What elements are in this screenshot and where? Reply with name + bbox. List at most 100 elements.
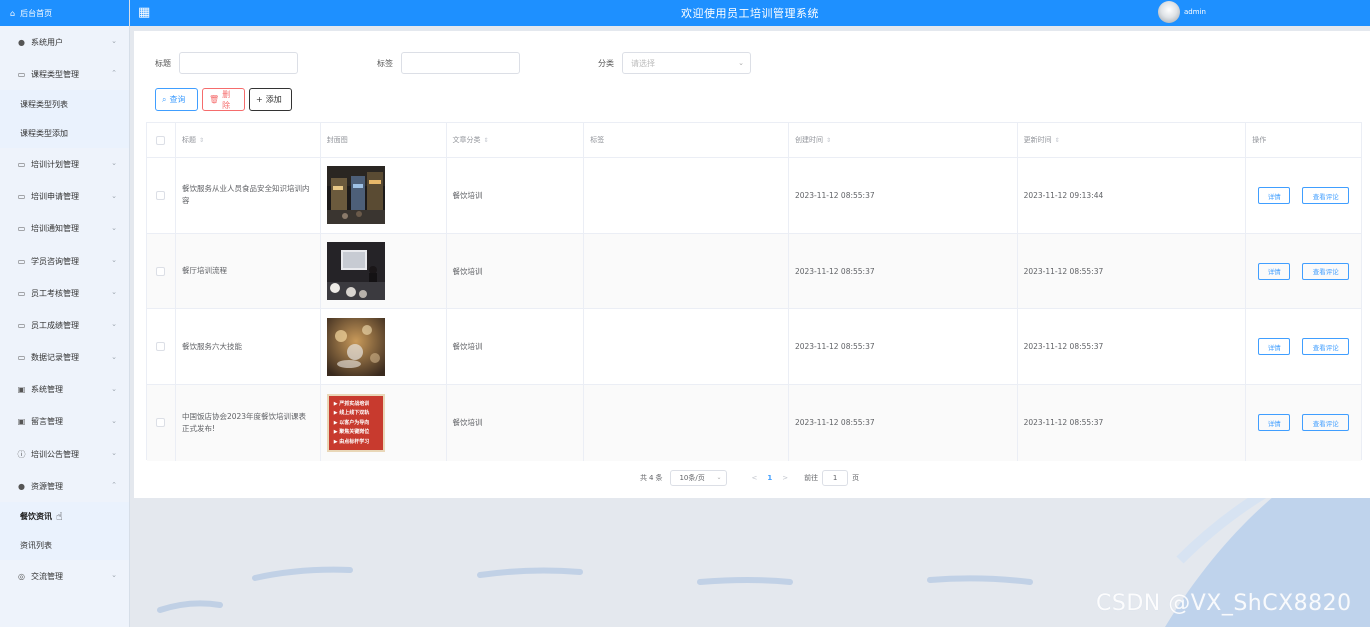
- sidebar-item-announcements[interactable]: ⓘ 培训公告管理 ⌄: [0, 438, 129, 470]
- home-label: 后台首页: [20, 8, 53, 18]
- page-number-current[interactable]: 1: [767, 474, 772, 482]
- sidebar-item-resources[interactable]: ● 资源管理 ⌃: [0, 470, 129, 502]
- sidebar-item-training-plan[interactable]: ▭ 培训计划管理 ⌄: [0, 148, 129, 180]
- banner-line: ▶ 由点标杆学习: [333, 438, 370, 445]
- submenu-news-list[interactable]: 资讯列表: [0, 531, 129, 561]
- sidebar-item-label: 系统用户: [31, 37, 63, 47]
- chevron-up-icon: ⌃: [111, 481, 117, 490]
- chevron-down-icon: ⌄: [111, 571, 117, 580]
- cover-image: [326, 166, 385, 225]
- submenu-course-type-add[interactable]: 课程类型添加: [0, 119, 129, 149]
- view-comments-button[interactable]: 查看评论: [1302, 262, 1350, 280]
- submenu-label: 资讯列表: [20, 541, 52, 551]
- sidebar-item-label: 学员咨询管理: [31, 256, 79, 266]
- action-buttons: ⌕ 查询 🗑 删除 + 添加: [155, 88, 292, 111]
- sidebar-item-system-manage[interactable]: ▣ 系统管理 ⌄: [0, 374, 129, 406]
- chevron-down-icon: ⌄: [111, 288, 117, 297]
- sidebar-item-exchange[interactable]: ◎ 交流管理 ⌄: [0, 560, 129, 592]
- image-icon: ▣: [17, 385, 26, 395]
- banner-line: ▶ 以客户为导向: [333, 419, 370, 426]
- folder-icon: ▭: [17, 192, 26, 202]
- sidebar-item-system-users[interactable]: ● 系统用户 ⌄: [0, 26, 129, 58]
- category-filter-label: 分类: [598, 58, 614, 68]
- add-button-label: 添加: [265, 95, 282, 104]
- header-category[interactable]: 文章分类 ⇕: [447, 123, 585, 157]
- sidebar-item-label: 员工考核管理: [31, 288, 79, 298]
- total-count: 4: [649, 474, 654, 482]
- title-filter-input[interactable]: [179, 52, 298, 74]
- header-label: 标题: [181, 136, 196, 144]
- tag-filter-label: 标签: [377, 58, 393, 68]
- sidebar: ⌂ 后台首页 ● 系统用户 ⌄ ▭ 课程类型管理 ⌃ 课程类型列表 课程类型添加…: [0, 0, 130, 627]
- next-page-button[interactable]: >: [782, 474, 788, 482]
- total-suffix: 条: [655, 474, 663, 482]
- detail-button[interactable]: 详情: [1258, 338, 1291, 356]
- search-tag-group: 标签: [377, 52, 520, 74]
- tag-filter-input[interactable]: [401, 52, 520, 74]
- sidebar-item-staff-assessment[interactable]: ▭ 员工考核管理 ⌄: [0, 277, 129, 309]
- folder-icon: ▭: [17, 353, 26, 363]
- sidebar-item-data-records[interactable]: ▭ 数据记录管理 ⌄: [0, 342, 129, 374]
- username: admin: [1184, 8, 1206, 16]
- header-updated[interactable]: 更新时间 ⇕: [1018, 123, 1247, 157]
- submenu-course-type-list[interactable]: 课程类型列表: [0, 90, 129, 120]
- view-comments-button[interactable]: 查看评论: [1302, 187, 1350, 204]
- add-button[interactable]: + 添加: [249, 88, 292, 111]
- row-checkbox[interactable]: [156, 266, 166, 276]
- sidebar-item-training-notice[interactable]: ▭ 培训通知管理 ⌄: [0, 213, 129, 245]
- folder-icon: ▭: [17, 320, 26, 330]
- user-menu[interactable]: admin: [1158, 1, 1206, 23]
- sidebar-item-staff-scores[interactable]: ▭ 员工成绩管理 ⌄: [0, 309, 129, 341]
- folder-icon: ▭: [17, 159, 26, 169]
- submenu-catering-news[interactable]: 餐饮资讯 ☝: [0, 502, 129, 532]
- row-title: 餐厅培训流程: [181, 266, 227, 276]
- sidebar-item-training-apply[interactable]: ▭ 培训申请管理 ⌄: [0, 181, 129, 213]
- header-tags: 标签: [584, 123, 789, 157]
- sidebar-item-label: 交流管理: [31, 572, 63, 582]
- title-filter-label: 标题: [155, 58, 171, 68]
- sidebar-item-course-type[interactable]: ▭ 课程类型管理 ⌃: [0, 58, 129, 90]
- row-checkbox[interactable]: [156, 418, 166, 428]
- category-select[interactable]: 请选择 ⌄: [622, 52, 751, 74]
- top-header: ▦ 欢迎使用员工培训管理系统 admin: [130, 0, 1370, 26]
- pagination: 共 4 条 10条/页 ⌄ < 1 > 前往 1 页: [640, 470, 859, 486]
- detail-button[interactable]: 详情: [1258, 414, 1291, 432]
- query-button[interactable]: ⌕ 查询: [155, 88, 198, 111]
- news-table: 标题 ⇕ 封面图 文章分类 ⇕ 标签 创建时间 ⇕ 更新时间 ⇕ 操作 餐饮服务从业人员…: [146, 122, 1362, 461]
- detail-button[interactable]: 详情: [1258, 262, 1291, 280]
- delete-button[interactable]: 🗑 删除: [202, 88, 245, 111]
- cover-image: [326, 317, 385, 376]
- header-label: 文章分类: [452, 136, 481, 144]
- sidebar-item-label: 员工成绩管理: [31, 320, 79, 330]
- search-icon: ⌕: [162, 94, 167, 104]
- main-panel: 标题 标签 分类 请选择 ⌄ ⌕ 查询 🗑 删除 + 添加 标题 ⇕ 封面图 文章分类 ⇕…: [134, 31, 1370, 498]
- row-updated: 2023-11-12 08:55:37: [1023, 418, 1104, 428]
- chevron-down-icon: ⌄: [111, 223, 117, 232]
- location-icon: ●: [18, 481, 25, 491]
- detail-button[interactable]: 详情: [1258, 187, 1291, 204]
- chevron-down-icon: ⌄: [111, 416, 117, 425]
- page-size-select[interactable]: 10条/页 ⌄: [670, 470, 728, 486]
- folder-icon: ▭: [17, 256, 26, 266]
- table-row: 餐饮服务从业人员食品安全知识培训内容 餐饮培训 2023-11-12 08:55…: [147, 158, 1361, 234]
- row-category: 餐饮培训: [452, 342, 483, 352]
- sidebar-item-student-consult[interactable]: ▭ 学员咨询管理 ⌄: [0, 245, 129, 277]
- row-checkbox[interactable]: [156, 342, 166, 352]
- plus-icon: +: [256, 95, 263, 104]
- row-checkbox[interactable]: [156, 190, 166, 200]
- view-comments-button[interactable]: 查看评论: [1302, 338, 1350, 356]
- header-title[interactable]: 标题 ⇕: [176, 123, 321, 157]
- view-comments-button[interactable]: 查看评论: [1302, 414, 1350, 432]
- sort-icon: ⇕: [1054, 136, 1060, 144]
- chevron-down-icon: ⌄: [111, 384, 117, 393]
- sidebar-home-link[interactable]: ⌂ 后台首页: [0, 0, 129, 26]
- goto-page-input[interactable]: 1: [822, 470, 849, 486]
- image-icon: ▣: [17, 417, 26, 427]
- chevron-down-icon: ⌄: [111, 191, 117, 200]
- header-created[interactable]: 创建时间 ⇕: [789, 123, 1018, 157]
- sidebar-item-messages[interactable]: ▣ 留言管理 ⌄: [0, 406, 129, 438]
- banner-line: ▶ 线上线下双轨: [333, 410, 370, 417]
- avatar: [1158, 1, 1180, 23]
- prev-page-button[interactable]: <: [751, 474, 757, 482]
- select-all-checkbox[interactable]: [156, 135, 166, 145]
